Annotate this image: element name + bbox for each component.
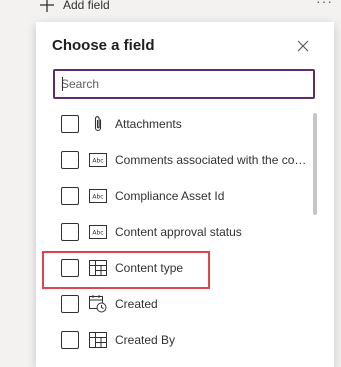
- text-caret: [62, 77, 63, 91]
- field-label: Comments associated with the content app…: [115, 153, 311, 167]
- paperclip-icon: [89, 115, 107, 133]
- content-type-icon: [89, 331, 107, 349]
- field-label: Content type: [115, 261, 184, 275]
- text-field-icon: Abc: [89, 223, 107, 241]
- add-field-label: Add field: [63, 0, 110, 12]
- field-item-content-type[interactable]: Content type: [36, 251, 316, 287]
- calendar-clock-icon: [89, 295, 107, 313]
- checkbox[interactable]: [61, 223, 79, 241]
- scrollbar-thumb[interactable]: [313, 113, 317, 215]
- more-options-button[interactable]: ···: [316, 0, 333, 9]
- choose-field-panel: Choose a field Attachments: [36, 22, 334, 367]
- text-field-icon: Abc: [89, 151, 107, 169]
- plus-icon: [40, 0, 54, 12]
- panel-title: Choose a field: [52, 37, 155, 54]
- close-button[interactable]: [295, 38, 311, 54]
- add-field-button[interactable]: Add field: [40, 0, 110, 15]
- svg-text:Abc: Abc: [92, 158, 103, 165]
- checkbox[interactable]: [61, 259, 79, 277]
- field-list: Attachments Abc Comments associated with…: [36, 107, 316, 359]
- checkbox[interactable]: [61, 115, 79, 133]
- top-bar: Add field ···: [0, 0, 341, 22]
- checkbox[interactable]: [61, 151, 79, 169]
- checkbox[interactable]: [61, 187, 79, 205]
- field-label: Created By: [115, 333, 176, 347]
- field-item-attachments[interactable]: Attachments: [36, 107, 316, 143]
- field-item-content-approval-status[interactable]: Abc Content approval status: [36, 215, 316, 251]
- search-input[interactable]: [55, 71, 313, 97]
- content-type-icon: [89, 259, 107, 277]
- field-label: Compliance Asset Id: [115, 189, 225, 203]
- text-field-icon: Abc: [89, 187, 107, 205]
- checkbox[interactable]: [61, 331, 79, 349]
- field-label: Created: [115, 297, 158, 311]
- field-item-comments[interactable]: Abc Comments associated with the content…: [36, 143, 316, 179]
- field-item-created[interactable]: Created: [36, 287, 316, 323]
- field-item-created-by[interactable]: Created By: [36, 323, 316, 359]
- field-label: Content approval status: [115, 225, 242, 239]
- close-icon: [297, 40, 309, 52]
- field-label: Attachments: [115, 117, 182, 131]
- svg-text:Abc: Abc: [92, 230, 103, 237]
- field-item-compliance-asset-id[interactable]: Abc Compliance Asset Id: [36, 179, 316, 215]
- search-box: [53, 69, 315, 99]
- checkbox[interactable]: [61, 295, 79, 313]
- svg-text:Abc: Abc: [92, 194, 103, 201]
